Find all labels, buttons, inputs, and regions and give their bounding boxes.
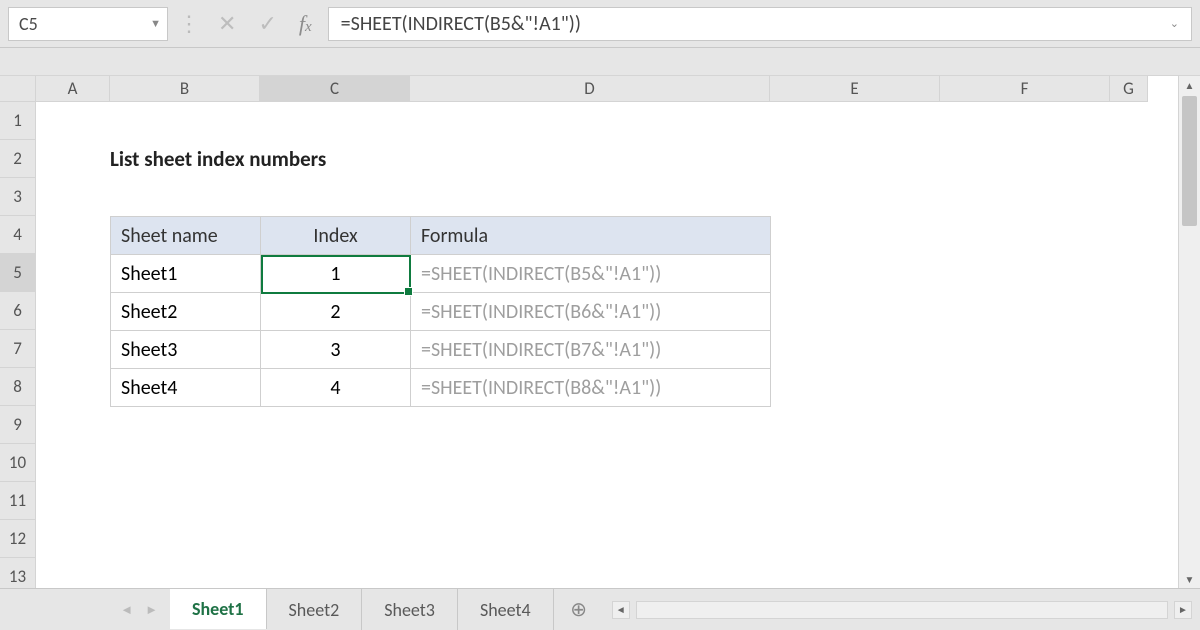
row-header-7[interactable]: 7 <box>0 330 36 368</box>
vertical-scrollbar[interactable]: ▲ ▼ <box>1178 76 1200 588</box>
row-header-6[interactable]: 6 <box>0 292 36 330</box>
new-sheet-button[interactable]: ⊕ <box>554 589 604 630</box>
cell-sheet[interactable]: Sheet4 <box>111 369 261 407</box>
fx-icon[interactable]: fx <box>299 11 312 37</box>
row-header-3[interactable]: 3 <box>0 178 36 216</box>
col-header-F[interactable]: F <box>940 76 1110 102</box>
sheet-tab-sheet3[interactable]: Sheet3 <box>362 589 458 630</box>
header-sheet-name[interactable]: Sheet name <box>111 217 261 255</box>
row-header-4[interactable]: 4 <box>0 216 36 254</box>
tab-next-icon[interactable]: ► <box>145 602 158 618</box>
header-formula[interactable]: Formula <box>411 217 771 255</box>
formula-text: =SHEET(INDIRECT(B5&"!A1")) <box>341 12 581 36</box>
chevron-down-icon[interactable]: ▼ <box>150 17 161 30</box>
row-header-10[interactable]: 10 <box>0 444 36 482</box>
table-row: Sheet3 3 =SHEET(INDIRECT(B7&"!A1")) <box>111 331 771 369</box>
formula-input[interactable]: =SHEET(INDIRECT(B5&"!A1")) ⌄ <box>328 7 1192 41</box>
sheet-tab-sheet2[interactable]: Sheet2 <box>267 589 363 630</box>
data-table: Sheet name Index Formula Sheet1 1 =SHEET… <box>110 216 771 407</box>
scroll-track[interactable] <box>1179 94 1200 570</box>
horizontal-scrollbar[interactable]: ◄ ► <box>604 589 1200 630</box>
cell-sheet[interactable]: Sheet3 <box>111 331 261 369</box>
cell-formula[interactable]: =SHEET(INDIRECT(B7&"!A1")) <box>411 331 771 369</box>
row-headers: 1 2 3 4 5 6 7 8 9 10 11 12 13 <box>0 102 36 596</box>
scroll-right-arrow-icon[interactable]: ► <box>1174 601 1192 619</box>
col-header-A[interactable]: A <box>36 76 110 102</box>
col-header-G[interactable]: G <box>1110 76 1148 102</box>
table-row: Sheet2 2 =SHEET(INDIRECT(B6&"!A1")) <box>111 293 771 331</box>
scroll-thumb[interactable] <box>1182 96 1197 226</box>
scroll-up-arrow-icon[interactable]: ▲ <box>1179 76 1200 94</box>
formula-bar: C5 ▼ ⋮ ✕ ✓ fx =SHEET(INDIRECT(B5&"!A1"))… <box>0 0 1200 48</box>
scroll-left-arrow-icon[interactable]: ◄ <box>612 601 630 619</box>
table-row: Sheet1 1 =SHEET(INDIRECT(B5&"!A1")) <box>111 255 771 293</box>
row-header-1[interactable]: 1 <box>0 102 36 140</box>
h-scroll-track[interactable] <box>636 601 1168 619</box>
cell-sheet[interactable]: Sheet2 <box>111 293 261 331</box>
tab-nav: ◄ ► <box>0 589 170 630</box>
col-header-D[interactable]: D <box>410 76 770 102</box>
cell-index[interactable]: 2 <box>261 293 411 331</box>
name-box[interactable]: C5 ▼ <box>8 7 168 41</box>
name-box-value: C5 <box>19 13 38 35</box>
row-header-9[interactable]: 9 <box>0 406 36 444</box>
chevron-down-icon[interactable]: ⌄ <box>1170 17 1179 30</box>
row-header-2[interactable]: 2 <box>0 140 36 178</box>
sheet-tab-sheet1[interactable]: Sheet1 <box>170 588 267 629</box>
cell-index[interactable]: 1 <box>261 255 411 293</box>
cell-formula[interactable]: =SHEET(INDIRECT(B6&"!A1")) <box>411 293 771 331</box>
select-all-corner[interactable] <box>0 76 36 102</box>
sheet-tab-sheet4[interactable]: Sheet4 <box>458 589 554 630</box>
table-row: Sheet4 4 =SHEET(INDIRECT(B8&"!A1")) <box>111 369 771 407</box>
cell-sheet[interactable]: Sheet1 <box>111 255 261 293</box>
col-header-B[interactable]: B <box>110 76 260 102</box>
cancel-icon[interactable]: ✕ <box>218 10 236 37</box>
row-header-12[interactable]: 12 <box>0 520 36 558</box>
row-header-5[interactable]: 5 <box>0 254 36 292</box>
row-header-8[interactable]: 8 <box>0 368 36 406</box>
sheet-tabs-bar: ◄ ► Sheet1 Sheet2 Sheet3 Sheet4 ⊕ ◄ ► <box>0 588 1200 630</box>
row-header-11[interactable]: 11 <box>0 482 36 520</box>
column-headers: A B C D E F G <box>0 76 1178 102</box>
cell-index[interactable]: 3 <box>261 331 411 369</box>
header-index[interactable]: Index <box>261 217 411 255</box>
tab-prev-icon[interactable]: ◄ <box>120 602 133 618</box>
cells-area[interactable]: List sheet index numbers Sheet name Inde… <box>36 102 1178 596</box>
cell-formula[interactable]: =SHEET(INDIRECT(B5&"!A1")) <box>411 255 771 293</box>
spreadsheet-grid: A B C D E F G 1 2 3 4 5 6 7 8 9 10 11 12 <box>0 76 1200 588</box>
ribbon-spacer <box>0 48 1200 76</box>
page-title: List sheet index numbers <box>110 140 326 178</box>
enter-icon[interactable]: ✓ <box>258 10 276 37</box>
cell-index[interactable]: 4 <box>261 369 411 407</box>
col-header-C[interactable]: C <box>260 76 410 102</box>
scroll-down-arrow-icon[interactable]: ▼ <box>1179 570 1200 588</box>
cell-formula[interactable]: =SHEET(INDIRECT(B8&"!A1")) <box>411 369 771 407</box>
formula-bar-buttons: ✕ ✓ fx <box>210 10 320 37</box>
separator: ⋮ <box>176 10 202 37</box>
col-header-E[interactable]: E <box>770 76 940 102</box>
table-header-row: Sheet name Index Formula <box>111 217 771 255</box>
